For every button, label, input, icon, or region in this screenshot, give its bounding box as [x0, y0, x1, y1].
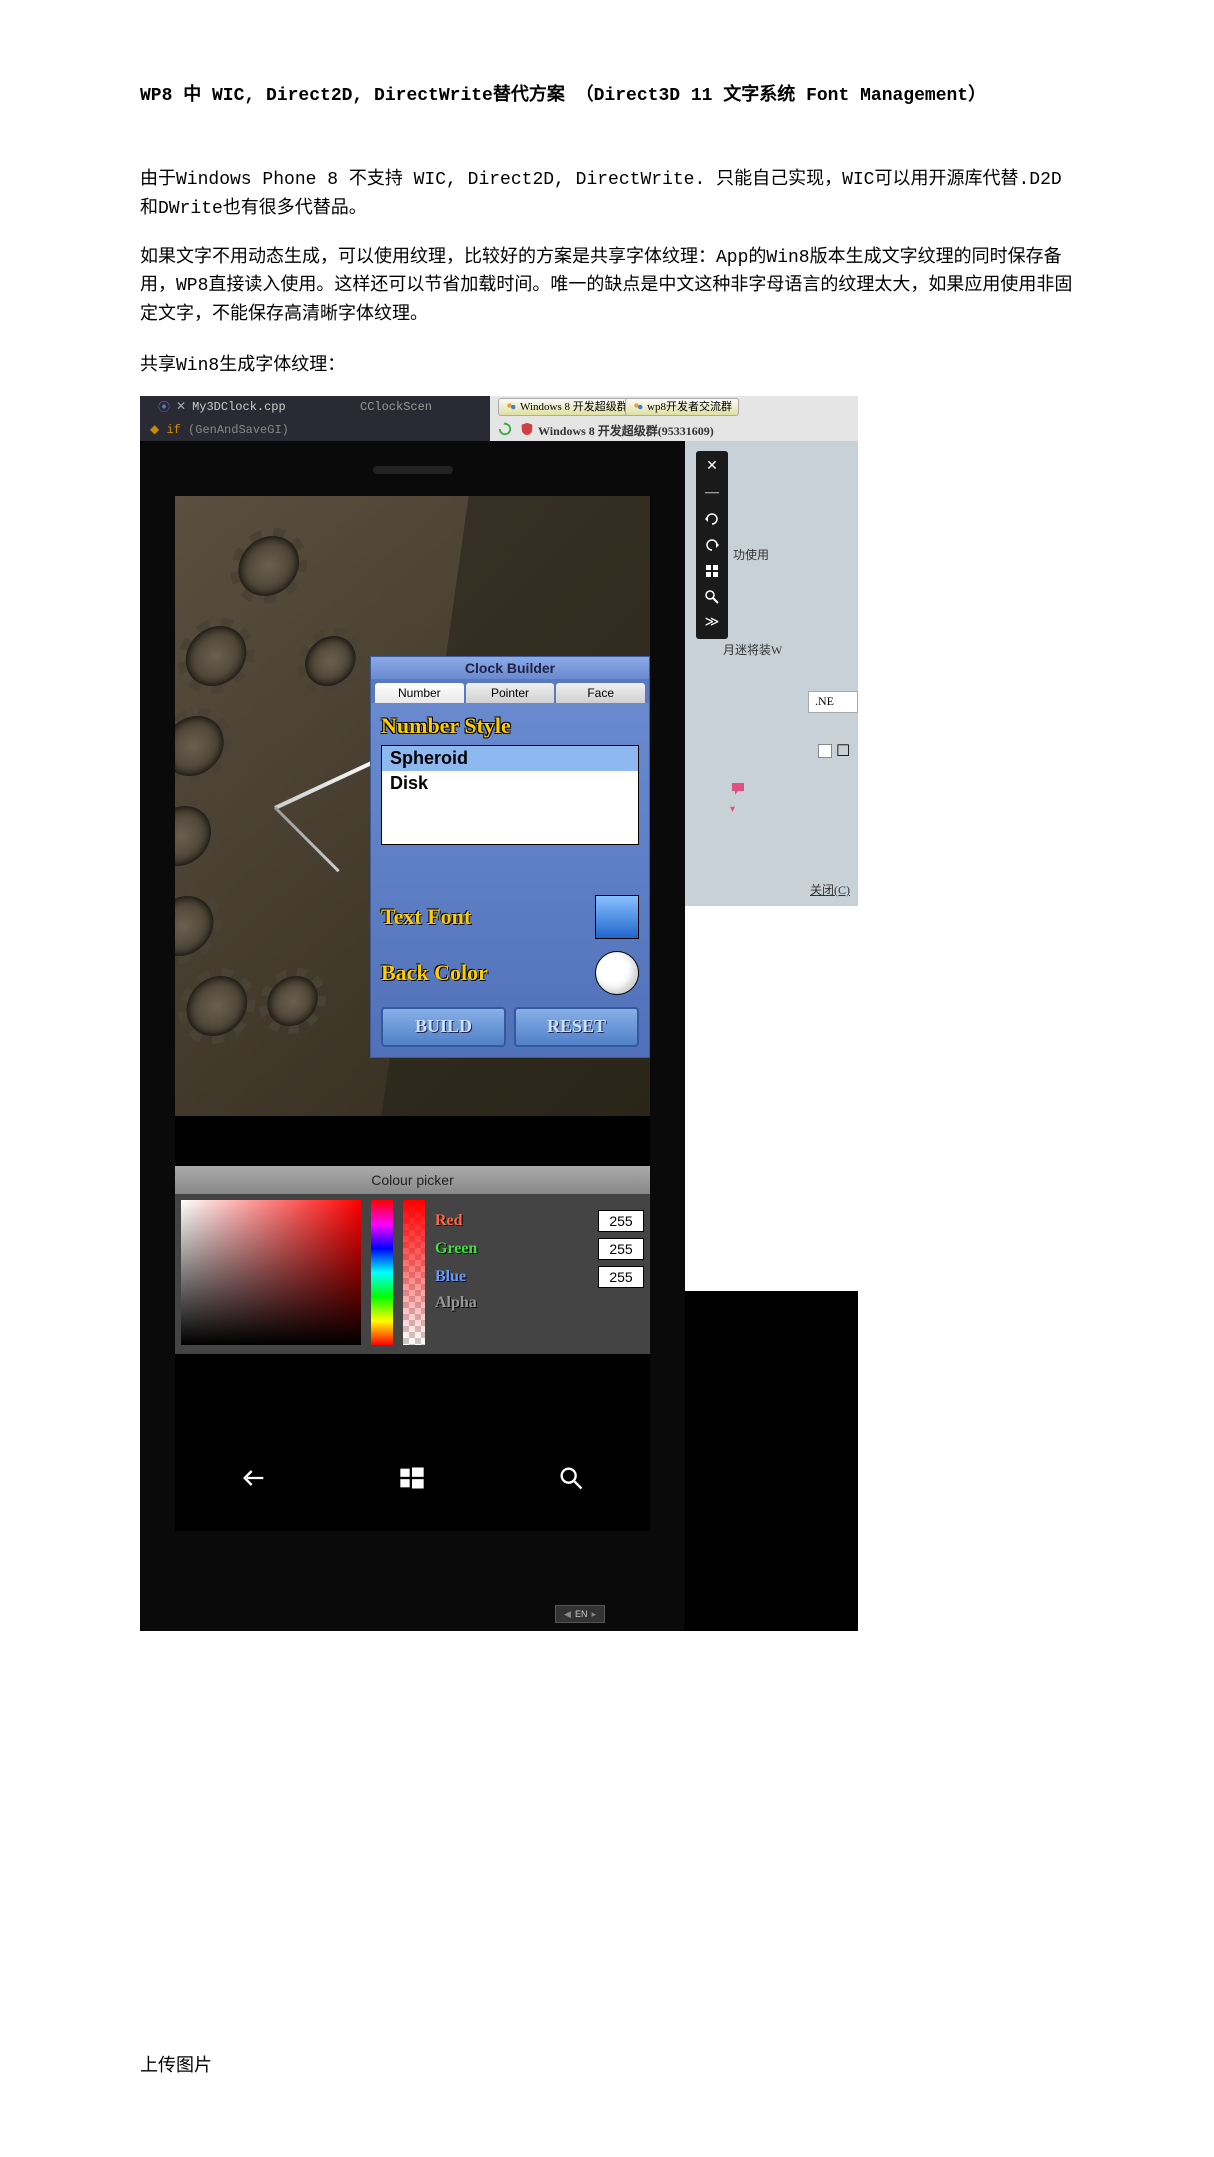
back-color-swatch[interactable]	[595, 951, 639, 995]
phone-emulator-frame: Clock Builder Number Pointer Face Number…	[140, 441, 685, 1631]
builder-title: Clock Builder	[371, 657, 649, 679]
upload-image-label: 上传图片	[140, 2051, 1074, 2077]
pin-icon: ⦿	[158, 398, 170, 415]
list-item[interactable]: Disk	[382, 771, 638, 796]
phone-speaker	[373, 466, 453, 474]
saturation-picker[interactable]	[181, 1200, 361, 1345]
red-value[interactable]: 255	[598, 1210, 644, 1232]
section-label: 共享Win8生成字体纹理：	[140, 350, 1074, 376]
vs-tab-other[interactable]: CClockScen	[360, 396, 432, 418]
text-font-row: Text Font	[381, 895, 639, 939]
clock-number-gear	[264, 976, 321, 1026]
paragraph-1: 由于Windows Phone 8 不支持 WIC, Direct2D, Dir…	[140, 166, 1074, 224]
clock-number-gear	[175, 716, 228, 776]
qq-header: Windows 8 开发超级群 wp8开发者交流群 Windows 8 开发超级…	[490, 396, 858, 441]
vs-keyword: if	[166, 423, 180, 437]
search-button[interactable]	[551, 1458, 591, 1498]
tab-face[interactable]: Face	[556, 683, 645, 703]
qq-tab2-label: wp8开发者交流群	[647, 399, 732, 415]
clock-number-gear	[175, 896, 217, 956]
checkbox[interactable]	[818, 744, 832, 758]
clock-number-gear	[235, 536, 303, 596]
right-text-fragment-2: 月迷将装W	[723, 641, 782, 658]
alpha-picker[interactable]	[403, 1200, 425, 1345]
fit-screen-button[interactable]	[700, 559, 724, 583]
phone-screen: Clock Builder Number Pointer Face Number…	[175, 496, 650, 1531]
back-color-row: Back Color	[381, 951, 639, 995]
clock-number-gear	[175, 806, 215, 866]
build-button[interactable]: BUILD	[381, 1007, 506, 1047]
group-icon	[632, 401, 644, 413]
list-item[interactable]: Spheroid	[382, 746, 638, 771]
refresh-icon[interactable]	[498, 422, 512, 436]
text-font-label: Text Font	[381, 904, 471, 930]
rotate-right-button[interactable]	[700, 533, 724, 557]
colour-picker-body: Red 255 Green 255 Blue 255 Alpha	[175, 1194, 650, 1354]
vs-identifier: (GenAndSaveGI)	[188, 423, 289, 437]
blue-label: Blue	[435, 1268, 466, 1286]
close-icon[interactable]: ✕	[176, 399, 186, 414]
action-buttons: BUILD RESET	[381, 1007, 639, 1047]
emulator-toolbar: ✕ — ≫	[696, 451, 728, 639]
number-style-label: Number Style	[381, 713, 639, 739]
right-white-area	[685, 906, 858, 1291]
ime-language-bar[interactable]: ◀ EN ▸	[555, 1605, 605, 1623]
tab-pointer[interactable]: Pointer	[466, 683, 555, 703]
rotate-left-button[interactable]	[700, 507, 724, 531]
app-3d-background: Clock Builder Number Pointer Face Number…	[175, 496, 650, 1116]
screenshot-container: ⦿ ✕ My3DClock.cpp CClockScen ◆ if (GenAn…	[140, 396, 858, 1631]
colour-picker-title: Colour picker	[175, 1166, 650, 1194]
zoom-button[interactable]	[700, 585, 724, 609]
right-side-panel: ✕ — ≫ 功使用 月迷将装W .NE	[685, 441, 858, 1291]
font-swatch[interactable]	[595, 895, 639, 939]
paragraph-2: 如果文字不用动态生成，可以使用纹理，比较好的方案是共享字体纹理：App的Win8…	[140, 244, 1074, 330]
hue-picker[interactable]	[371, 1200, 393, 1345]
clock-builder-panel: Clock Builder Number Pointer Face Number…	[370, 656, 650, 1058]
qq-tab-1[interactable]: Windows 8 开发超级群	[498, 398, 635, 416]
tab-number[interactable]: Number	[375, 683, 464, 703]
blue-value[interactable]: 255	[598, 1266, 644, 1288]
vs-code-line: ◆ if (GenAndSaveGI)	[150, 422, 289, 437]
expand-button[interactable]: ≫	[700, 611, 724, 635]
back-color-label: Back Color	[381, 960, 488, 986]
start-button[interactable]	[392, 1458, 432, 1498]
article-title: WP8 中 WIC, Direct2D, DirectWrite替代方案 （Di…	[140, 80, 1074, 106]
qq-chat-bubble-icon[interactable]: ▾	[730, 781, 748, 799]
qq-tab-2[interactable]: wp8开发者交流群	[625, 398, 739, 416]
builder-tabs: Number Pointer Face	[371, 679, 649, 703]
green-value[interactable]: 255	[598, 1238, 644, 1260]
ime-language: EN	[575, 1606, 588, 1622]
green-label: Green	[435, 1240, 477, 1258]
qq-group-title: Windows 8 开发超级群(95331609)	[538, 422, 714, 439]
red-label: Red	[435, 1212, 463, 1230]
phone-nav-bar	[175, 1451, 650, 1506]
checkbox-row[interactable]: ☐	[818, 741, 858, 761]
builder-body: Number Style Spheroid Disk Text Font Bac…	[371, 703, 649, 1057]
vs-tab-active[interactable]: ⦿ ✕ My3DClock.cpp	[158, 396, 286, 418]
vs-tab-filename: My3DClock.cpp	[192, 400, 286, 414]
back-button[interactable]	[234, 1458, 274, 1498]
style-listbox[interactable]: Spheroid Disk	[381, 745, 639, 845]
alpha-label: Alpha	[435, 1294, 477, 1312]
close-link[interactable]: 关闭(C)	[810, 881, 850, 898]
right-text-fragment-1: 功使用	[733, 546, 769, 563]
clock-number-gear	[183, 976, 251, 1036]
qq-tab1-label: Windows 8 开发超级群	[520, 399, 628, 415]
rgb-inputs: Red 255 Green 255 Blue 255 Alpha	[435, 1200, 644, 1348]
minimize-button[interactable]: —	[700, 481, 724, 505]
dotnet-input[interactable]: .NE	[808, 691, 858, 713]
clock-number-gear	[302, 636, 359, 686]
group-icon	[505, 401, 517, 413]
reset-button[interactable]: RESET	[514, 1007, 639, 1047]
clock-number-gear	[182, 626, 250, 686]
close-emulator-button[interactable]: ✕	[700, 455, 724, 479]
shield-icon	[520, 422, 534, 436]
